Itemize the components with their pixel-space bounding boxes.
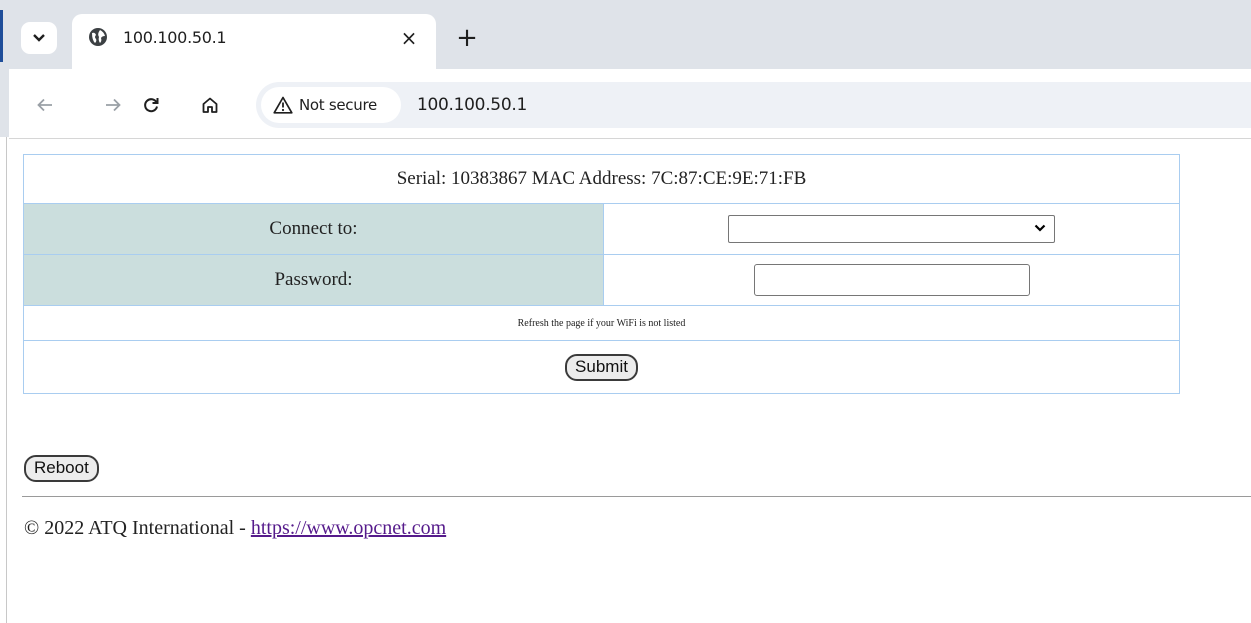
submit-row: Submit [23, 340, 1180, 394]
home-icon [202, 97, 218, 113]
reload-icon [144, 98, 159, 113]
submit-button[interactable]: Submit [565, 353, 638, 381]
home-button[interactable] [196, 91, 224, 119]
password-field-cell [603, 254, 1180, 306]
tab-title: 100.100.50.1 [123, 28, 227, 47]
left-edge-divider [6, 137, 7, 623]
reload-button[interactable] [137, 91, 165, 119]
arrow-right-icon [106, 98, 121, 112]
serial-row: Serial: 10383867 MAC Address: 7C:87:CE:9… [23, 154, 1180, 204]
security-label: Not secure [299, 96, 377, 114]
new-tab-button[interactable]: + [453, 24, 481, 52]
forward-button[interactable] [99, 91, 127, 119]
page-content: Serial: 10383867 MAC Address: 7C:87:CE:9… [9, 138, 1251, 623]
address-bar[interactable]: Not secure 100.100.50.1 [256, 82, 1251, 128]
connect-label: Connect to: [23, 203, 604, 255]
browser-toolbar: Not secure 100.100.50.1 [9, 69, 1251, 139]
security-chip[interactable]: Not secure [261, 87, 401, 123]
url-text[interactable]: 100.100.50.1 [417, 95, 527, 115]
network-select[interactable] [728, 215, 1055, 243]
chevron-down-icon [1034, 224, 1046, 232]
arrow-left-icon [37, 98, 52, 112]
hint-row: Refresh the page if your WiFi is not lis… [23, 305, 1180, 341]
footer: © 2022 ATQ International - https://www.o… [24, 517, 446, 540]
footer-divider [22, 496, 1251, 497]
serial-mac-text: Serial: 10383867 MAC Address: 7C:87:CE:9… [23, 154, 1180, 204]
password-row: Password: [23, 254, 1180, 306]
password-label: Password: [23, 254, 604, 306]
reboot-button[interactable]: Reboot [24, 455, 99, 482]
chevron-down-icon [33, 34, 45, 42]
globe-icon [89, 28, 107, 46]
left-edge-accent [0, 10, 3, 62]
refresh-hint: Refresh the page if your WiFi is not lis… [23, 305, 1180, 341]
connect-field-cell [603, 203, 1180, 255]
connect-row: Connect to: [23, 203, 1180, 255]
password-field[interactable] [753, 264, 1030, 296]
submit-cell: Submit [23, 340, 1180, 394]
footer-copyright: © 2022 ATQ International - [24, 517, 251, 539]
left-window-edge [0, 0, 9, 623]
tab-close-button[interactable]: × [397, 26, 421, 50]
wifi-config-table: Serial: 10383867 MAC Address: 7C:87:CE:9… [23, 154, 1180, 394]
footer-link[interactable]: https://www.opcnet.com [251, 517, 446, 539]
browser-tab[interactable]: 100.100.50.1 × [72, 14, 436, 69]
warning-icon [273, 96, 293, 114]
browser-window: 100.100.50.1 × + Not secure 100.100.50.1… [9, 0, 1251, 623]
tab-search-button[interactable] [21, 22, 57, 54]
back-button[interactable] [31, 91, 59, 119]
tab-strip: 100.100.50.1 × + [9, 0, 1251, 69]
